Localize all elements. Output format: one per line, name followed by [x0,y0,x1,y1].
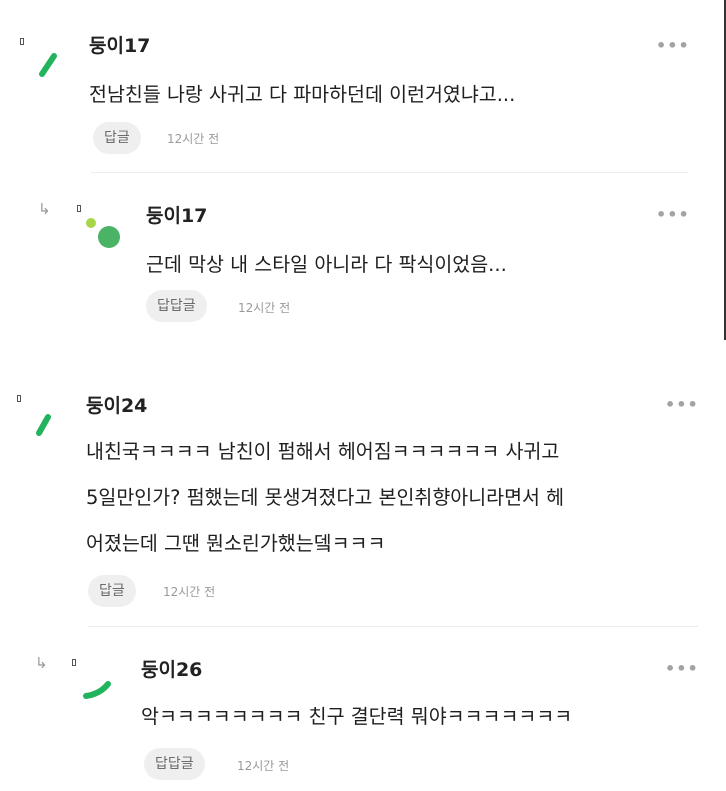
marker-icon [20,38,24,45]
avatar [86,218,120,248]
divider [91,172,688,173]
avatar [83,681,111,699]
reply-item: ↳ 둥이17 ••• 근데 막상 내 스타일 아니라 다 팍식이었음... 답답… [0,180,726,330]
reply-time: 12시간 전 [238,301,291,315]
comment-author[interactable]: 둥이24 [86,397,147,416]
reply-to-reply-button[interactable]: 답답글 [146,290,207,322]
reply-button[interactable]: 답글 [88,575,136,607]
avatar [36,414,51,436]
reply-to-reply-button[interactable]: 답답글 [144,748,205,780]
reply-arrow-icon: ↳ [35,654,48,672]
reply-item: ↳ 둥이26 ••• 악ㅋㅋㅋㅋㅋㅋㅋㅋ 친구 결단력 뭐야ㅋㅋㅋㅋㅋㅋㅋ 답답… [0,634,726,791]
comment-text-line-1: 내친국ㅋㅋㅋㅋ 남친이 펌해서 헤어짐ㅋㅋㅋㅋㅋㅋ 사귀고 [86,440,560,463]
comment-item: 둥이24 ••• 내친국ㅋㅋㅋㅋ 남친이 펌해서 헤어짐ㅋㅋㅋㅋㅋㅋ 사귀고 5… [0,372,726,622]
more-options-icon[interactable]: ••• [665,661,699,677]
divider [88,626,698,627]
reply-time: 12시간 전 [237,759,290,773]
comment-text-line-2: 5일만인가? 펌했는데 못생겨졌다고 본인취향아니라면서 헤 [86,486,565,509]
reply-button[interactable]: 답글 [93,122,141,154]
comment-panel-2: 둥이24 ••• 내친국ㅋㅋㅋㅋ 남친이 펌해서 헤어짐ㅋㅋㅋㅋㅋㅋ 사귀고 5… [0,372,726,791]
comment-time: 12시간 전 [163,585,216,599]
avatar [39,53,57,77]
comment-text-line-3: 어졌는데 그땐 뭔소린가했는뎈ㅋㅋㅋ [86,532,386,555]
reply-arrow-icon: ↳ [38,200,51,218]
comment-panel-1: 둥이17 ••• 전남친들 나랑 사귀고 다 파마하던데 이런거였냐고... 답… [0,0,726,340]
more-options-icon[interactable]: ••• [656,38,690,54]
marker-icon [17,395,21,402]
reply-author[interactable]: 둥이17 [146,207,207,226]
comment-item: 둥이17 ••• 전남친들 나랑 사귀고 다 파마하던데 이런거였냐고... 답… [0,0,726,170]
comment-time: 12시간 전 [167,132,220,146]
more-options-icon[interactable]: ••• [665,397,699,413]
reply-text: 근데 막상 내 스타일 아니라 다 팍식이었음... [146,253,507,276]
marker-icon [72,659,76,666]
more-options-icon[interactable]: ••• [656,207,690,223]
comment-text: 전남친들 나랑 사귀고 다 파마하던데 이런거였냐고... [89,83,516,106]
marker-icon [77,205,81,212]
reply-author[interactable]: 둥이26 [141,661,202,680]
reply-text: 악ㅋㅋㅋㅋㅋㅋㅋㅋ 친구 결단력 뭐야ㅋㅋㅋㅋㅋㅋㅋ [141,705,573,728]
comment-author[interactable]: 둥이17 [89,37,150,56]
